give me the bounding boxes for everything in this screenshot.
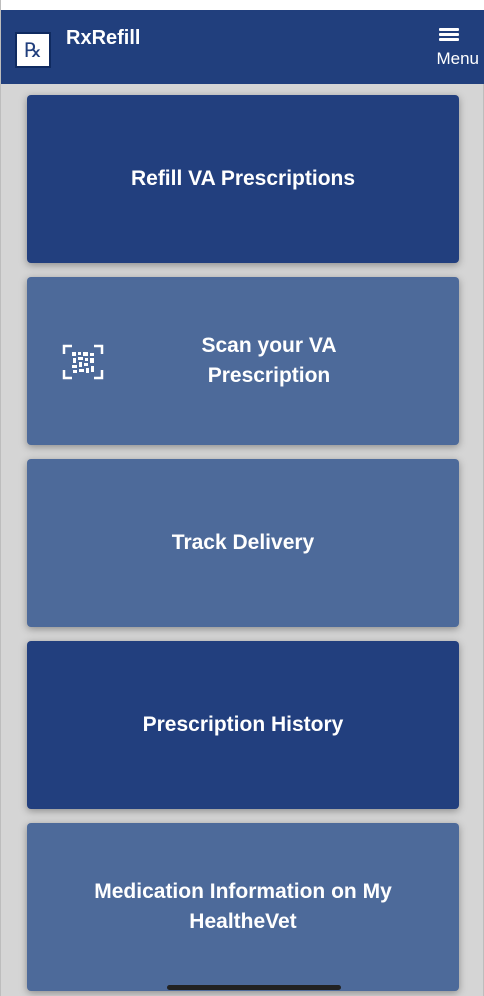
app-screen: ℞ RxRefill Menu Refill VA Prescriptions bbox=[0, 0, 484, 996]
action-list: Refill VA Prescriptions Scan your VA Pre… bbox=[27, 95, 459, 996]
scan-prescription-button[interactable]: Scan your VA Prescription bbox=[27, 277, 459, 445]
rx-logo: ℞ bbox=[15, 32, 51, 68]
track-delivery-button[interactable]: Track Delivery bbox=[27, 459, 459, 627]
medication-information-label: Medication Information on My HealtheVet bbox=[94, 880, 392, 933]
scan-prescription-label: Scan your VA Prescription bbox=[201, 334, 337, 387]
barcode-scan-icon bbox=[62, 344, 104, 380]
menu-label: Menu bbox=[436, 49, 479, 68]
rx-logo-text: ℞ bbox=[24, 38, 42, 62]
track-delivery-label: Track Delivery bbox=[171, 531, 315, 554]
hamburger-icon bbox=[439, 28, 459, 42]
menu-button[interactable]: Menu bbox=[419, 28, 479, 78]
refill-prescriptions-button[interactable]: Refill VA Prescriptions bbox=[27, 95, 459, 263]
refill-prescriptions-label: Refill VA Prescriptions bbox=[130, 167, 356, 190]
app-header: ℞ RxRefill Menu bbox=[1, 0, 484, 84]
prescription-history-label: Prescription History bbox=[142, 713, 344, 736]
app-title: RxRefill bbox=[66, 27, 141, 49]
medication-information-button[interactable]: Medication Information on My HealtheVet bbox=[27, 823, 459, 991]
home-indicator bbox=[167, 985, 341, 990]
prescription-history-button[interactable]: Prescription History bbox=[27, 641, 459, 809]
